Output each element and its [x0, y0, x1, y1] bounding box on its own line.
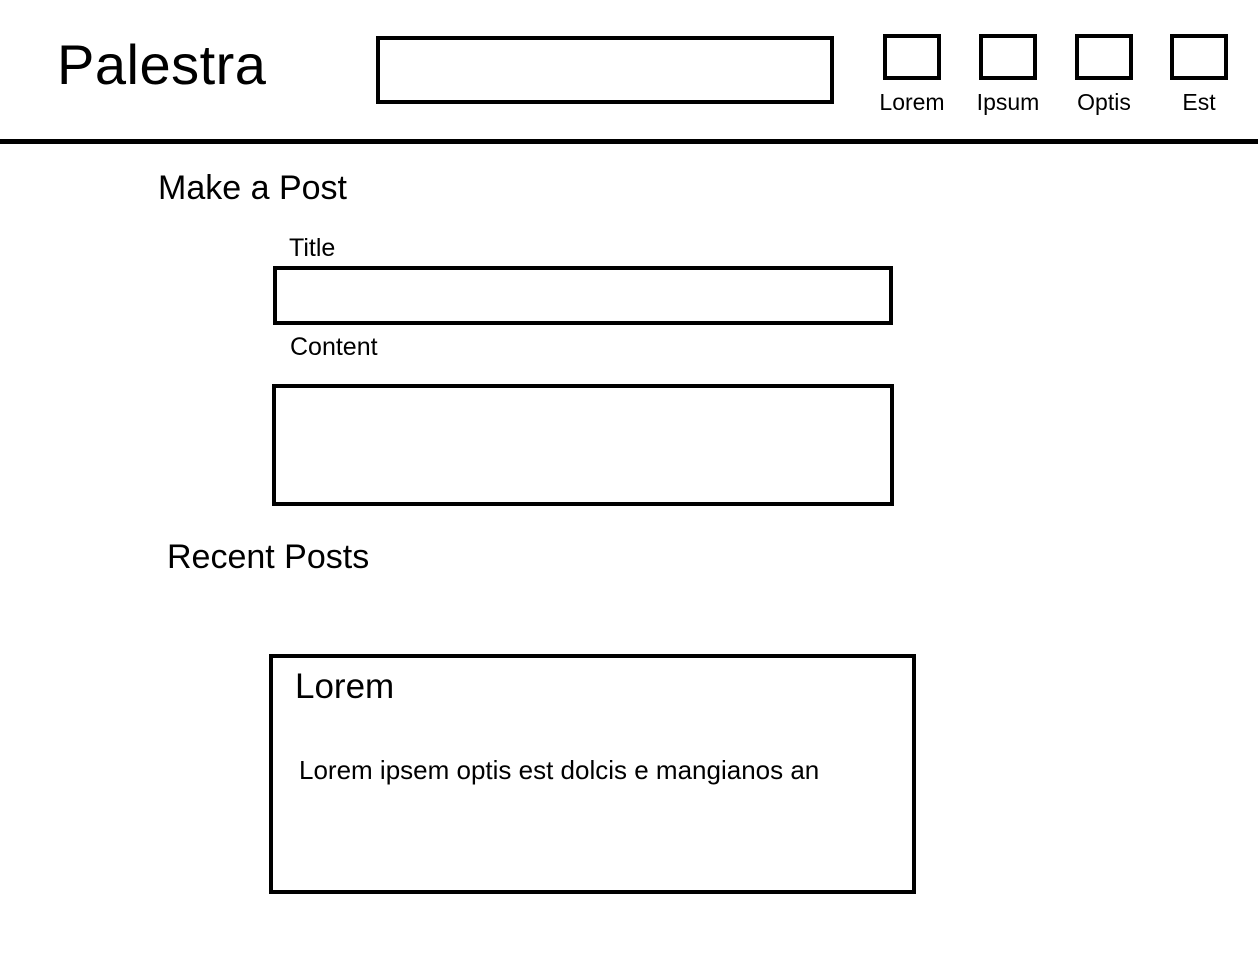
content-label: Content: [290, 333, 378, 361]
nav-est-icon[interactable]: [1170, 34, 1228, 80]
title-label: Title: [289, 234, 336, 262]
post-content-input[interactable]: [272, 384, 894, 506]
nav-item-label: Optis: [1077, 89, 1131, 115]
nav-item-label: Est: [1182, 89, 1216, 115]
app-title: Palestra: [57, 33, 267, 96]
nav-optis-icon[interactable]: [1075, 34, 1133, 80]
nav-item-optis[interactable]: Optis: [1075, 34, 1133, 115]
post-title: Lorem: [295, 667, 395, 706]
make-post-heading: Make a Post: [158, 169, 347, 207]
nav-item-est[interactable]: Est: [1170, 34, 1228, 115]
search-input[interactable]: [376, 36, 834, 104]
post-body: Lorem ipsem optis est dolcis e mangianos…: [299, 755, 820, 785]
nav-item-lorem[interactable]: Lorem: [879, 34, 945, 115]
nav-item-label: Ipsum: [976, 89, 1040, 115]
nav-ipsum-icon[interactable]: [979, 34, 1037, 80]
post-title-input[interactable]: [273, 266, 893, 325]
post-card[interactable]: Lorem Lorem ipsem optis est dolcis e man…: [269, 654, 916, 894]
nav-item-ipsum[interactable]: Ipsum: [977, 34, 1039, 115]
nav-item-label: Lorem: [879, 89, 945, 115]
recent-posts-heading: Recent Posts: [167, 538, 370, 576]
nav-lorem-icon[interactable]: [883, 34, 941, 80]
header-divider: [0, 139, 1258, 144]
